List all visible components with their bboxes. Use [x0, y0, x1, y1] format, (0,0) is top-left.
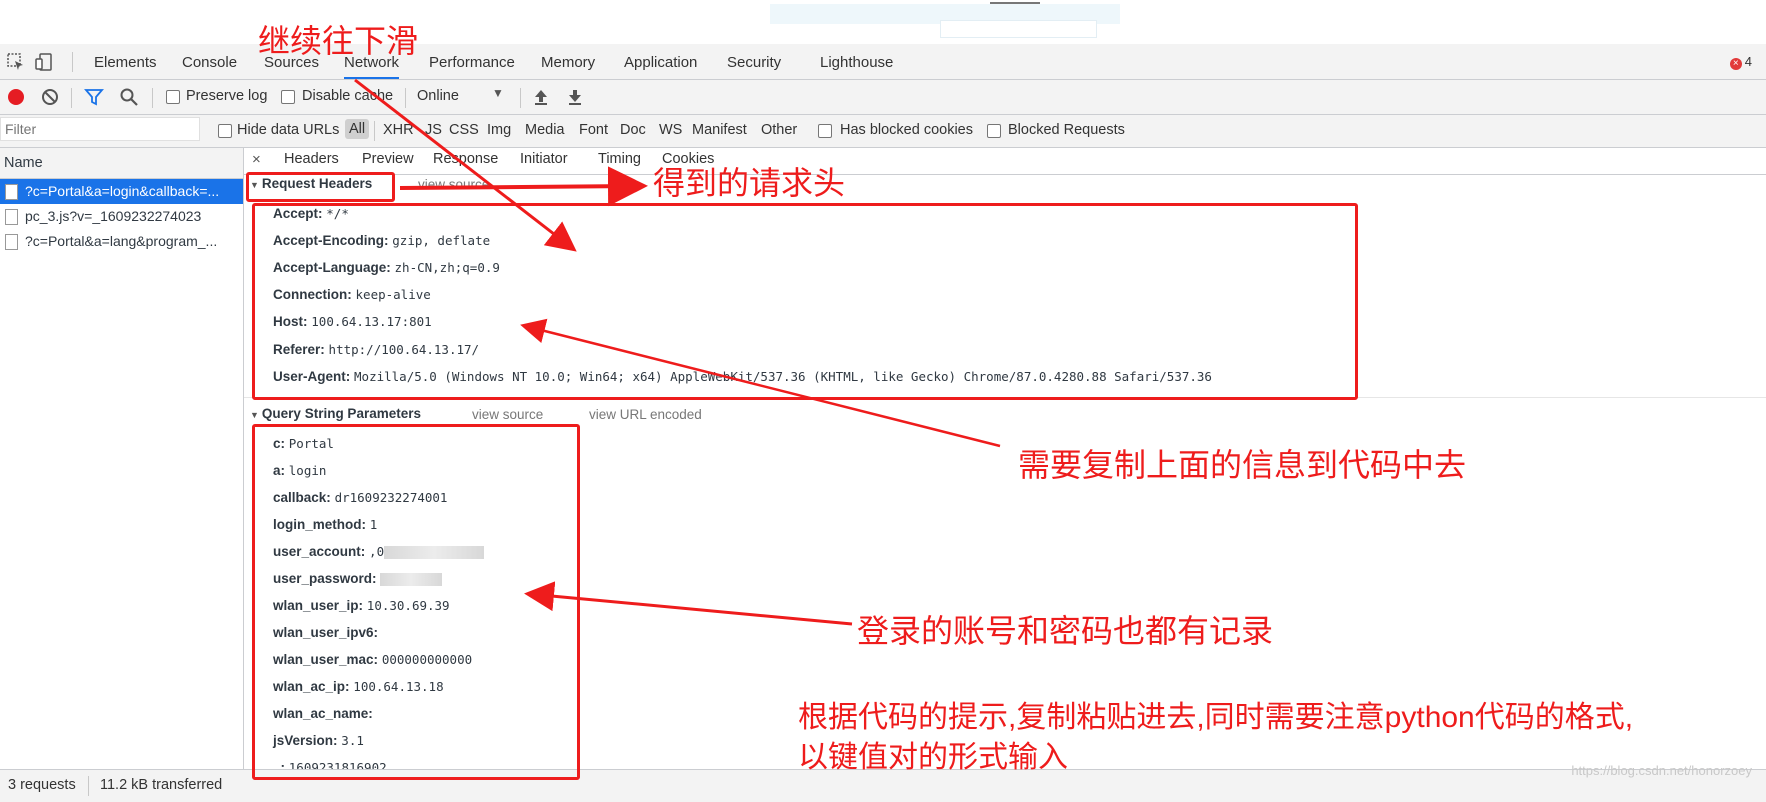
tab-preview[interactable]: Preview — [362, 151, 414, 167]
device-toolbar-icon[interactable] — [34, 52, 54, 72]
type-filter-manifest[interactable]: Manifest — [692, 122, 747, 138]
request-name: ?c=Portal&a=login&callback=... — [25, 183, 220, 199]
blocked-requests-checkbox[interactable] — [987, 124, 1001, 138]
inspect-element-icon[interactable] — [6, 52, 26, 72]
detail-tab-bar: × Headers Preview Response Initiator Tim… — [244, 148, 1766, 175]
preserve-log-checkbox[interactable] — [166, 90, 180, 104]
tab-console[interactable]: Console — [182, 44, 237, 79]
annotation-copy-info: 需要复制上面的信息到代码中去 — [1018, 447, 1467, 483]
export-har-icon[interactable] — [565, 87, 585, 107]
type-filter-img[interactable]: Img — [487, 122, 511, 138]
has-blocked-cookies-checkbox[interactable] — [818, 124, 832, 138]
type-filter-ws[interactable]: WS — [659, 122, 682, 138]
divider — [520, 88, 521, 108]
file-icon — [5, 209, 18, 225]
close-icon[interactable]: × — [252, 151, 261, 168]
preserve-log-label: Preserve log — [186, 88, 268, 104]
issue-count: 4 — [1744, 54, 1752, 69]
annotation-box-title — [246, 172, 395, 202]
request-row[interactable]: ?c=Portal&a=lang&program_... — [0, 229, 243, 254]
disable-cache-label: Disable cache — [302, 88, 394, 104]
file-icon — [5, 234, 18, 250]
divider — [72, 52, 73, 72]
view-source-link[interactable]: view source — [472, 407, 543, 422]
divider — [374, 121, 375, 141]
request-name: ?c=Portal&a=lang&program_... — [25, 233, 218, 249]
clear-icon[interactable] — [40, 87, 60, 107]
request-count: 3 requests — [8, 777, 76, 793]
tab-elements[interactable]: Elements — [94, 44, 157, 79]
tab-application[interactable]: Application — [624, 44, 697, 79]
annotation-account-recorded: 登录的账号和密码也都有记录 — [857, 613, 1274, 649]
annotation-instructions-1: 根据代码的提示,复制粘贴进去,同时需要注意python代码的格式, — [798, 701, 1634, 734]
annotation-instructions-2: 以键值对的形式输入 — [798, 741, 1068, 774]
hide-data-urls-label: Hide data URLs — [237, 122, 340, 138]
record-icon[interactable] — [6, 87, 26, 107]
request-name: pc_3.js?v=_1609232274023 — [25, 208, 202, 224]
type-filter-media[interactable]: Media — [525, 122, 565, 138]
blocked-requests-label: Blocked Requests — [1008, 122, 1125, 138]
tab-headers[interactable]: Headers — [284, 151, 339, 167]
has-blocked-cookies-label: Has blocked cookies — [840, 122, 973, 138]
tab-performance[interactable]: Performance — [429, 44, 515, 79]
error-icon: × — [1729, 58, 1742, 70]
view-source-link[interactable]: view source — [418, 177, 489, 192]
filter-icon[interactable] — [84, 87, 104, 107]
type-filter-other[interactable]: Other — [761, 122, 797, 138]
watermark: https://blog.csdn.net/honorzoey — [1571, 763, 1752, 778]
type-filter-js[interactable]: JS — [425, 122, 442, 138]
type-filter-all[interactable]: All — [345, 119, 370, 139]
expand-triangle-icon: ▼ — [250, 410, 259, 420]
type-filter-css[interactable]: CSS — [449, 122, 479, 138]
transferred-size: 11.2 kB transferred — [100, 777, 223, 793]
network-toolbar: Preserve log Disable cache Online ▼ — [0, 80, 1766, 115]
file-icon — [5, 184, 18, 200]
tab-security[interactable]: Security — [727, 44, 781, 79]
type-filter-xhr[interactable]: XHR — [383, 122, 414, 138]
divider — [71, 88, 72, 108]
tab-lighthouse[interactable]: Lighthouse — [820, 44, 893, 79]
filter-input[interactable] — [0, 117, 200, 141]
annotation-scroll-down: 继续往下滑 — [258, 23, 419, 59]
divider — [405, 88, 406, 108]
type-filter-font[interactable]: Font — [579, 122, 608, 138]
chevron-down-icon[interactable]: ▼ — [492, 86, 504, 100]
import-har-icon[interactable] — [531, 87, 551, 107]
page-line-fragment — [990, 2, 1040, 4]
query-params-title[interactable]: ▼ Query String Parameters — [250, 406, 421, 421]
annotation-got-headers: 得到的请求头 — [653, 165, 846, 201]
divider — [88, 776, 89, 796]
filter-bar: Hide data URLs All XHR JS CSS Img Media … — [0, 115, 1766, 148]
type-filter-doc[interactable]: Doc — [620, 122, 646, 138]
annotation-box-query-params — [252, 424, 580, 780]
disable-cache-checkbox[interactable] — [281, 90, 295, 104]
request-list: Name ?c=Portal&a=login&callback=... pc_3… — [0, 148, 244, 769]
search-icon[interactable] — [119, 87, 139, 107]
request-row[interactable]: ?c=Portal&a=login&callback=... — [0, 179, 243, 204]
divider — [152, 88, 153, 108]
tab-initiator[interactable]: Initiator — [520, 151, 568, 167]
issues-badge[interactable]: × 4 — [1729, 54, 1752, 70]
request-row[interactable]: pc_3.js?v=_1609232274023 — [0, 204, 243, 229]
tab-timing[interactable]: Timing — [598, 151, 641, 167]
tab-response[interactable]: Response — [433, 151, 498, 167]
page-input-fragment — [940, 20, 1097, 38]
annotation-box-request-headers — [252, 203, 1358, 400]
hide-data-urls-checkbox[interactable] — [218, 124, 232, 138]
view-url-encoded-link[interactable]: view URL encoded — [589, 407, 702, 422]
name-column-header[interactable]: Name — [0, 148, 243, 179]
tab-memory[interactable]: Memory — [541, 44, 595, 79]
throttling-select[interactable]: Online — [417, 88, 459, 104]
